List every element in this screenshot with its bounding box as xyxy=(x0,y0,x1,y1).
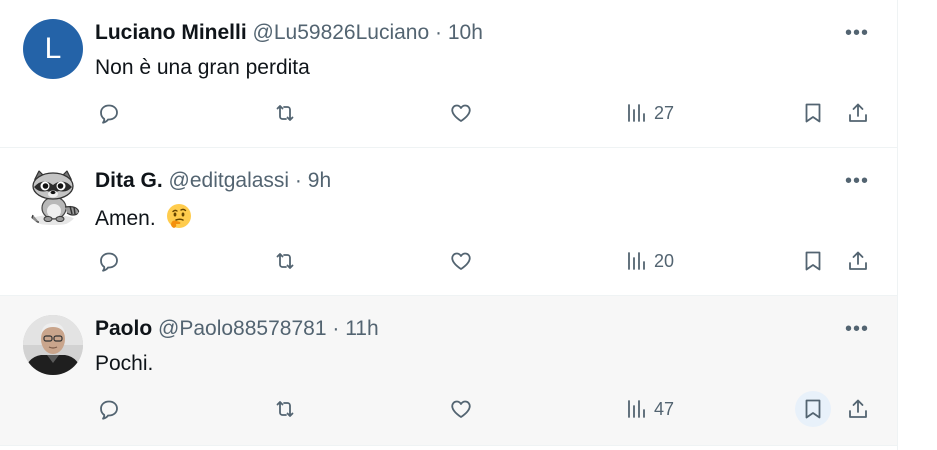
reply-button[interactable] xyxy=(97,393,121,425)
share-icon xyxy=(849,251,867,270)
profile-photo-icon xyxy=(23,315,83,375)
heart-icon xyxy=(451,252,471,270)
separator: · xyxy=(332,317,340,340)
reply-feed: L Luciano Minelli @Lu59826Luciano · 10h … xyxy=(0,0,898,450)
like-button[interactable] xyxy=(449,245,473,277)
tweet-header: Paolo @Paolo88578781 · 11h xyxy=(95,316,379,342)
display-name[interactable]: Dita G. xyxy=(95,169,163,192)
tweet-header: Dita G. @editgalassi · 9h xyxy=(95,168,331,194)
handle[interactable]: @Lu59826Luciano xyxy=(253,21,430,44)
tweet-text-content: Amen. xyxy=(95,207,156,230)
timestamp[interactable]: 11h xyxy=(345,317,378,340)
bookmark-button[interactable] xyxy=(801,97,825,129)
more-glyph: ••• xyxy=(844,169,869,192)
action-bar: 27 xyxy=(0,97,897,129)
reply-button[interactable] xyxy=(97,97,121,129)
avatar-letter: L xyxy=(44,32,62,65)
analytics-icon xyxy=(628,104,645,122)
bookmark-button[interactable] xyxy=(795,391,831,427)
repost-button[interactable] xyxy=(273,393,297,425)
views-count: 27 xyxy=(654,102,675,123)
bookmark-icon xyxy=(805,399,821,419)
display-name[interactable]: Paolo xyxy=(95,317,152,340)
views-count: 47 xyxy=(654,398,675,419)
timestamp[interactable]: 9h xyxy=(308,169,331,192)
views-button[interactable]: 27 xyxy=(625,97,674,129)
repost-icon xyxy=(276,105,294,121)
display-name[interactable]: Luciano Minelli xyxy=(95,21,247,44)
bookmark-hover-circle xyxy=(795,391,831,427)
heart-icon xyxy=(451,104,471,122)
more-options-icon[interactable]: ••• xyxy=(842,314,872,344)
separator: · xyxy=(294,169,302,192)
action-bar: 47 xyxy=(0,391,897,427)
views-button[interactable]: 20 xyxy=(625,245,674,277)
bookmark-icon xyxy=(805,251,821,271)
like-button[interactable] xyxy=(449,97,473,129)
handle[interactable]: @editgalassi xyxy=(169,169,290,192)
more-glyph: ••• xyxy=(844,317,869,340)
avatar[interactable] xyxy=(23,315,83,375)
like-button[interactable] xyxy=(449,393,473,425)
action-bar: 20 xyxy=(0,245,897,277)
views-count: 20 xyxy=(654,250,675,271)
bookmark-icon xyxy=(805,103,821,123)
share-button[interactable] xyxy=(846,97,870,129)
repost-icon xyxy=(276,253,294,269)
more-options-icon[interactable]: ••• xyxy=(842,18,872,48)
analytics-icon xyxy=(628,252,645,270)
heart-icon xyxy=(451,400,471,418)
thinking-face-icon xyxy=(166,204,191,228)
more-options-icon[interactable]: ••• xyxy=(842,166,872,196)
avatar[interactable] xyxy=(23,167,83,227)
repost-button[interactable] xyxy=(273,97,297,129)
share-icon xyxy=(849,103,867,122)
repost-button[interactable] xyxy=(273,245,297,277)
tweet-text: Pochi. xyxy=(95,352,154,375)
reply-button[interactable] xyxy=(97,245,121,277)
tweet-text: Non è una gran perdita xyxy=(95,56,310,79)
analytics-icon xyxy=(628,400,645,418)
reply-icon xyxy=(100,400,118,420)
tweet[interactable]: L Luciano Minelli @Lu59826Luciano · 10h … xyxy=(0,0,897,148)
handle[interactable]: @Paolo88578781 xyxy=(158,317,326,340)
tweet-text: Amen. xyxy=(95,203,192,232)
bookmark-button[interactable] xyxy=(801,245,825,277)
timestamp[interactable]: 10h xyxy=(448,21,483,44)
raccoon-avatar-icon xyxy=(31,169,80,225)
share-icon xyxy=(849,399,867,418)
views-button[interactable]: 47 xyxy=(625,393,674,425)
tweet[interactable]: Paolo @Paolo88578781 · 11h ••• Pochi. 47 xyxy=(0,296,897,446)
tweet-header: Luciano Minelli @Lu59826Luciano · 10h xyxy=(95,20,483,46)
tweet[interactable]: Dita G. @editgalassi · 9h ••• Amen. 20 xyxy=(0,148,897,296)
share-button[interactable] xyxy=(846,393,870,425)
more-glyph: ••• xyxy=(844,21,869,44)
reply-icon xyxy=(100,252,118,272)
share-button[interactable] xyxy=(846,245,870,277)
avatar[interactable]: L xyxy=(23,19,83,79)
separator: · xyxy=(435,21,443,44)
reply-icon xyxy=(100,104,118,124)
repost-icon xyxy=(276,401,294,417)
